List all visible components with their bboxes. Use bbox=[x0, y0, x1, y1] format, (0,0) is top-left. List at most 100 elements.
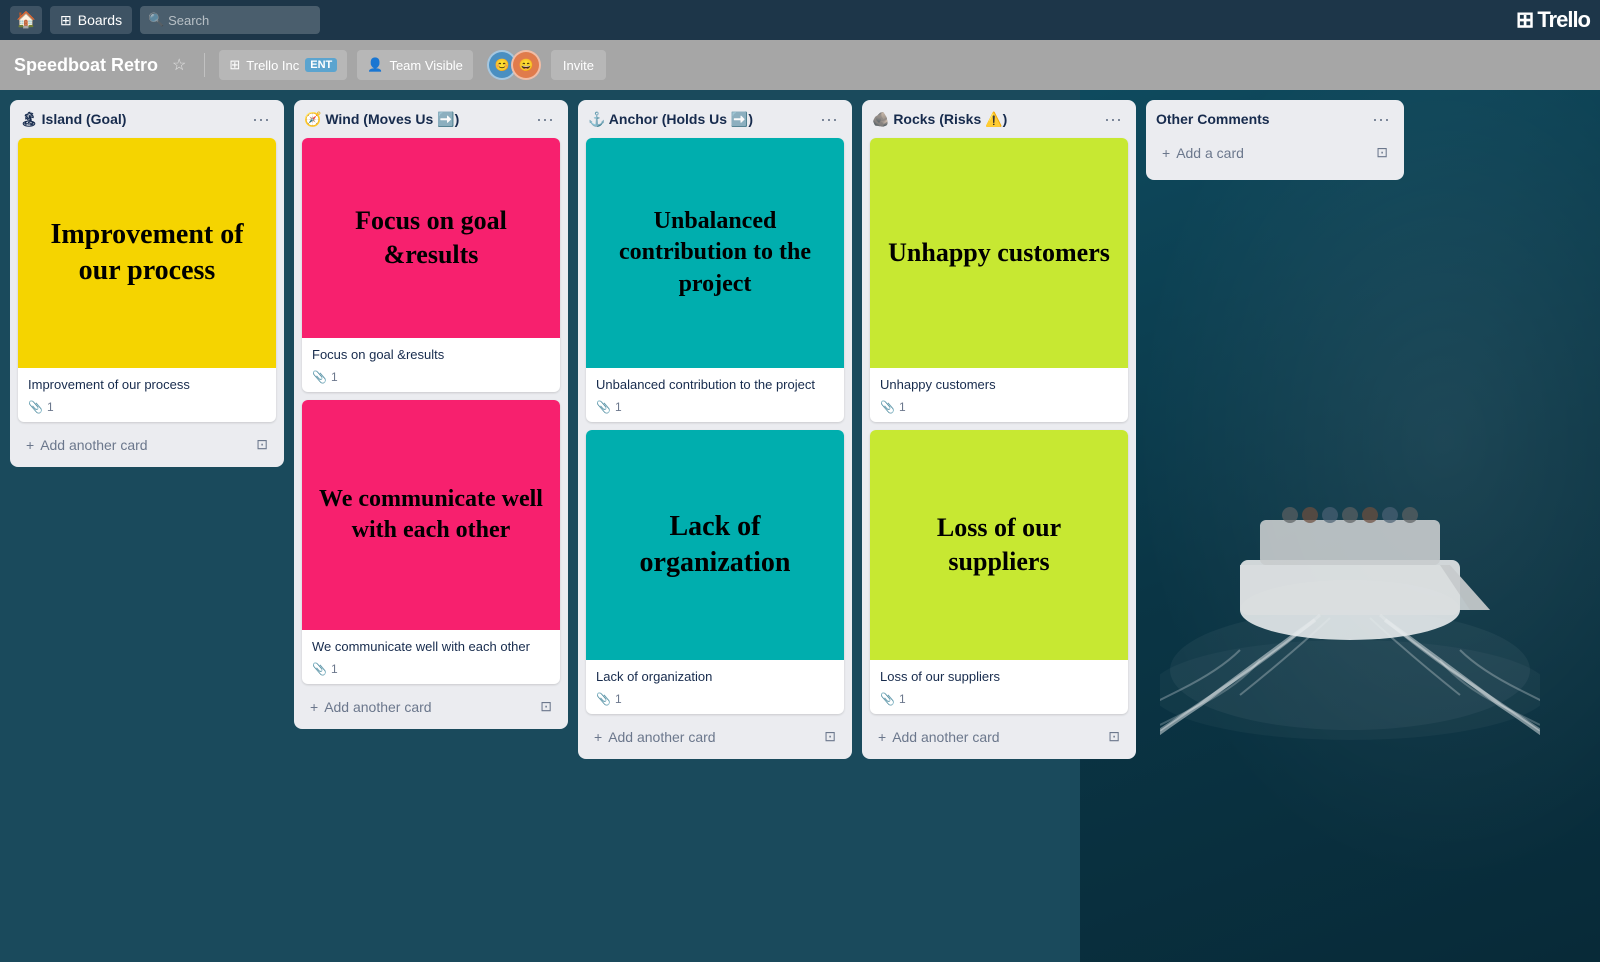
column-other-menu-button[interactable]: ··· bbox=[1368, 108, 1394, 130]
column-rocks-menu-button[interactable]: ··· bbox=[1100, 108, 1126, 130]
column-wind-title: 🧭 Wind (Moves Us ➡️) bbox=[304, 111, 459, 128]
board-header: Speedboat Retro ☆ ⊞ Trello Inc ENT 👤 Tea… bbox=[0, 40, 1600, 90]
column-island-header: 🏝 Island (Goal) ··· bbox=[18, 108, 276, 130]
trello-logo-text: Trello bbox=[1537, 7, 1590, 33]
team-label: Team Visible bbox=[389, 58, 462, 73]
other-add-card-label: Add a card bbox=[1176, 145, 1244, 161]
card-template-icon: ⊡ bbox=[256, 436, 268, 453]
star-button[interactable]: ☆ bbox=[168, 53, 190, 77]
add-card-left-5: + Add a card bbox=[1162, 145, 1244, 161]
card-lack-cover: Lack of organization bbox=[586, 430, 844, 660]
attachment-icon-2: 📎 bbox=[312, 370, 327, 384]
workspace-button[interactable]: ⊞ Trello Inc ENT bbox=[219, 50, 347, 80]
card-improvement[interactable]: Improvement of our process Improvement o… bbox=[18, 138, 276, 422]
column-other-header: Other Comments ··· bbox=[1154, 108, 1396, 130]
workspace-badge: ENT bbox=[305, 58, 337, 72]
card-unhappy[interactable]: Unhappy customers Unhappy customers 📎 1 bbox=[870, 138, 1128, 422]
wind-add-card-button[interactable]: + Add another card ⊡ bbox=[302, 692, 560, 721]
workspace-icon: ⊞ bbox=[229, 57, 240, 73]
avatar-2: 😄 bbox=[511, 50, 541, 80]
attachment-icon-3: 📎 bbox=[312, 662, 327, 676]
column-wind-menu-button[interactable]: ··· bbox=[532, 108, 558, 130]
card-unbalanced-meta: 📎 1 bbox=[596, 400, 834, 414]
card-loss-body: Loss of our suppliers 📎 1 bbox=[870, 660, 1128, 714]
workspace-label: Trello Inc bbox=[246, 58, 299, 73]
card-loss-cover: Loss of our suppliers bbox=[870, 430, 1128, 660]
island-add-card-button[interactable]: + Add another card ⊡ bbox=[18, 430, 276, 459]
card-communicate-meta: 📎 1 bbox=[312, 662, 550, 676]
board-background: 🏝 Island (Goal) ··· Improvement of our p… bbox=[0, 90, 1600, 962]
card-template-icon-2: ⊡ bbox=[540, 698, 552, 715]
add-card-left-3: + Add another card bbox=[594, 729, 716, 745]
anchor-add-card-button[interactable]: + Add another card ⊡ bbox=[586, 722, 844, 751]
topbar-right: ⊞ Trello bbox=[1516, 7, 1590, 33]
home-button[interactable]: 🏠 bbox=[10, 6, 42, 34]
column-anchor-title: ⚓ Anchor (Holds Us ➡️) bbox=[588, 111, 753, 128]
team-icon: 👤 bbox=[367, 57, 383, 73]
column-island-title: 🏝 Island (Goal) bbox=[20, 111, 126, 128]
search-input[interactable] bbox=[140, 6, 320, 34]
rocks-add-card-label: Add another card bbox=[892, 729, 999, 745]
plus-icon-4: + bbox=[878, 729, 886, 745]
card-lack-attachments: 1 bbox=[615, 692, 622, 706]
card-unbalanced-cover: Unbalanced contribution to the project bbox=[586, 138, 844, 368]
card-communicate[interactable]: We communicate well with each other We c… bbox=[302, 400, 560, 684]
invite-button[interactable]: Invite bbox=[551, 50, 606, 80]
card-template-icon-3: ⊡ bbox=[824, 728, 836, 745]
header-divider bbox=[204, 53, 205, 77]
card-focus[interactable]: Focus on goal &results Focus on goal &re… bbox=[302, 138, 560, 392]
card-unbalanced-title: Unbalanced contribution to the project bbox=[596, 376, 834, 394]
card-improvement-title: Improvement of our process bbox=[28, 376, 266, 394]
column-other-title: Other Comments bbox=[1156, 111, 1270, 127]
board-title: Speedboat Retro bbox=[14, 55, 158, 76]
card-focus-meta: 📎 1 bbox=[312, 370, 550, 384]
column-other: Other Comments ··· + Add a card ⊡ bbox=[1146, 100, 1404, 180]
team-visibility-button[interactable]: 👤 Team Visible bbox=[357, 50, 473, 80]
column-island: 🏝 Island (Goal) ··· Improvement of our p… bbox=[10, 100, 284, 467]
column-rocks-title: 🪨 Rocks (Risks ⚠️) bbox=[872, 111, 1007, 128]
column-island-menu-button[interactable]: ··· bbox=[248, 108, 274, 130]
plus-icon: + bbox=[26, 437, 34, 453]
plus-icon-3: + bbox=[594, 729, 602, 745]
card-improvement-attachments: 1 bbox=[47, 400, 54, 414]
search-wrapper: 🔍 bbox=[140, 6, 320, 34]
attachment-icon-7: 📎 bbox=[880, 692, 895, 706]
plus-icon-2: + bbox=[310, 699, 318, 715]
card-loss[interactable]: Loss of our suppliers Loss of our suppli… bbox=[870, 430, 1128, 714]
card-template-icon-5: ⊡ bbox=[1376, 144, 1388, 161]
card-unbalanced[interactable]: Unbalanced contribution to the project U… bbox=[586, 138, 844, 422]
boards-button[interactable]: ⊞ Boards bbox=[50, 6, 132, 34]
rocks-add-card-button[interactable]: + Add another card ⊡ bbox=[870, 722, 1128, 751]
attachment-icon-5: 📎 bbox=[596, 692, 611, 706]
card-improvement-cover: Improvement of our process bbox=[18, 138, 276, 368]
attachment-icon-4: 📎 bbox=[596, 400, 611, 414]
card-lack[interactable]: Lack of organization Lack of organizatio… bbox=[586, 430, 844, 714]
card-focus-body: Focus on goal &results 📎 1 bbox=[302, 338, 560, 392]
card-unhappy-cover: Unhappy customers bbox=[870, 138, 1128, 368]
attachment-icon-6: 📎 bbox=[880, 400, 895, 414]
card-communicate-attachments: 1 bbox=[331, 662, 338, 676]
avatar-1-initials: 😊 bbox=[494, 58, 509, 72]
column-anchor-menu-button[interactable]: ··· bbox=[816, 108, 842, 130]
add-card-left: + Add another card bbox=[26, 437, 148, 453]
topbar: 🏠 ⊞ Boards 🔍 ⊞ Trello bbox=[0, 0, 1600, 40]
card-focus-attachments: 1 bbox=[331, 370, 338, 384]
column-anchor: ⚓ Anchor (Holds Us ➡️) ··· Unbalanced co… bbox=[578, 100, 852, 759]
card-communicate-cover: We communicate well with each other bbox=[302, 400, 560, 630]
card-loss-title: Loss of our suppliers bbox=[880, 668, 1118, 686]
wind-add-card-label: Add another card bbox=[324, 699, 431, 715]
column-rocks: 🪨 Rocks (Risks ⚠️) ··· Unhappy customers… bbox=[862, 100, 1136, 759]
other-add-card-button[interactable]: + Add a card ⊡ bbox=[1154, 138, 1396, 167]
column-rocks-header: 🪨 Rocks (Risks ⚠️) ··· bbox=[870, 108, 1128, 130]
attachment-icon: 📎 bbox=[28, 400, 43, 414]
card-lack-title: Lack of organization bbox=[596, 668, 834, 686]
column-wind-header: 🧭 Wind (Moves Us ➡️) ··· bbox=[302, 108, 560, 130]
anchor-add-card-label: Add another card bbox=[608, 729, 715, 745]
card-loss-meta: 📎 1 bbox=[880, 692, 1118, 706]
columns-container: 🏝 Island (Goal) ··· Improvement of our p… bbox=[10, 100, 1404, 759]
card-loss-attachments: 1 bbox=[899, 692, 906, 706]
add-card-left-2: + Add another card bbox=[310, 699, 432, 715]
card-template-icon-4: ⊡ bbox=[1108, 728, 1120, 745]
card-unhappy-body: Unhappy customers 📎 1 bbox=[870, 368, 1128, 422]
card-focus-title: Focus on goal &results bbox=[312, 346, 550, 364]
